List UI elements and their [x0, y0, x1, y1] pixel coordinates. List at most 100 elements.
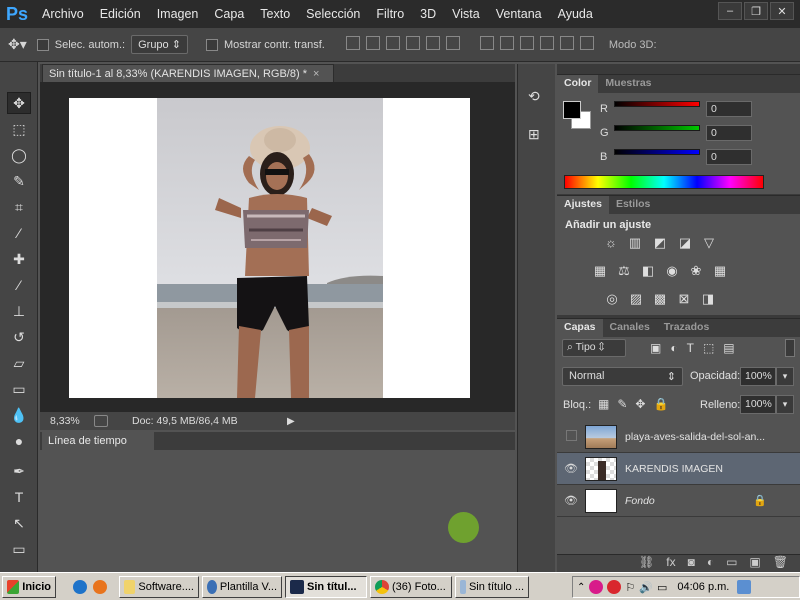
eyedropper-tool-icon[interactable]: ⁄ [7, 222, 31, 244]
gradient-tool-icon[interactable]: ▭ [7, 378, 31, 400]
taskbar-button[interactable]: Software.... [119, 575, 199, 598]
color-spectrum-bar[interactable] [564, 175, 764, 189]
volume-icon[interactable]: 🔊 [639, 581, 653, 594]
tray-app-icon[interactable] [589, 580, 604, 594]
close-tab-icon[interactable]: × [313, 68, 319, 80]
menu-texto[interactable]: Texto [252, 7, 298, 21]
lasso-tool-icon[interactable]: ◯ [7, 144, 31, 166]
new-adjustment-icon[interactable]: ◐ [707, 555, 714, 572]
exposure-icon[interactable]: ◪ [677, 236, 693, 250]
threshold-icon[interactable]: ▩ [652, 292, 668, 306]
layer-row[interactable]: 👁 Fondo 🔒 [557, 485, 800, 517]
status-arrow-icon[interactable]: ▶ [287, 416, 295, 427]
vibrance-icon[interactable]: ▽ [701, 236, 717, 250]
taskbar-button-active[interactable]: Sin títul... [285, 575, 367, 598]
ie-icon[interactable] [73, 579, 87, 594]
fill-value[interactable]: 100% [740, 395, 776, 414]
delete-layer-icon[interactable]: 🗑 [773, 555, 788, 572]
color-balance-icon[interactable]: ⚖ [616, 264, 632, 278]
tab-adjustments[interactable]: Ajustes [557, 196, 609, 214]
tab-color[interactable]: Color [557, 75, 599, 93]
distribute-vcenter-icon[interactable] [499, 36, 514, 50]
tab-styles[interactable]: Estilos [609, 196, 657, 214]
layer-filter-dropdown[interactable]: ⌕ Tipo ⇕ [562, 339, 626, 357]
eye-icon[interactable]: 👁 [557, 494, 585, 507]
zoom-level[interactable]: 8,33% [50, 415, 94, 427]
pen-tool-icon[interactable]: ✒ [7, 460, 31, 482]
brush-tool-icon[interactable]: ⁄ [7, 274, 31, 296]
align-top-icon[interactable] [345, 36, 360, 50]
lock-pixels-icon[interactable]: ✎ [617, 397, 635, 411]
posterize-icon[interactable]: ▨ [628, 292, 644, 306]
properties-panel-icon[interactable]: ⊞ [528, 126, 546, 144]
menu-vista[interactable]: Vista [444, 7, 488, 21]
network-icon[interactable]: ▭ [657, 581, 667, 594]
gradient-map-icon[interactable]: ◨ [700, 292, 716, 306]
menu-capa[interactable]: Capa [206, 7, 252, 21]
black-white-icon[interactable]: ◧ [640, 264, 656, 278]
taskbar-button[interactable]: (36) Foto... [370, 575, 452, 598]
invert-icon[interactable]: ◎ [604, 292, 620, 306]
show-transform-checkbox[interactable] [205, 38, 218, 51]
distribute-bottom-icon[interactable] [519, 36, 534, 50]
taskbar-button[interactable]: Plantilla V... [202, 575, 282, 598]
dodge-tool-icon[interactable]: ● [7, 430, 31, 452]
add-mask-icon[interactable]: ◙ [688, 555, 695, 572]
channel-g-value[interactable]: 0 [706, 125, 752, 141]
hue-saturation-icon[interactable]: ▦ [592, 264, 608, 278]
tab-paths[interactable]: Trazados [657, 319, 717, 337]
tab-swatches[interactable]: Muestras [598, 75, 658, 93]
history-brush-tool-icon[interactable]: ↺ [7, 326, 31, 348]
menu-filtro[interactable]: Filtro [368, 7, 412, 21]
opacity-value[interactable]: 100% [740, 367, 776, 386]
menu-edicion[interactable]: Edición [92, 7, 149, 21]
curves-icon[interactable]: ◩ [652, 236, 668, 250]
link-layers-icon[interactable]: ⛓ [639, 555, 654, 572]
align-bottom-icon[interactable] [385, 36, 400, 50]
layer-style-icon[interactable]: fx [666, 555, 675, 572]
selective-color-icon[interactable]: ⊠ [676, 292, 692, 306]
distribute-left-icon[interactable] [539, 36, 554, 50]
lock-position-icon[interactable]: ✥ [635, 397, 653, 411]
menu-3d[interactable]: 3D [412, 7, 444, 21]
taskbar-button[interactable]: Sin título ... [455, 575, 529, 598]
distribute-hcenter-icon[interactable] [559, 36, 574, 50]
distribute-top-icon[interactable] [479, 36, 494, 50]
layer-row[interactable]: playa-aves-salida-del-sol-an... [557, 421, 800, 453]
align-left-icon[interactable] [405, 36, 420, 50]
blur-tool-icon[interactable]: 💧 [7, 404, 31, 426]
filter-adjustment-icon[interactable]: ◐ [670, 341, 686, 355]
menu-ayuda[interactable]: Ayuda [550, 7, 601, 21]
menu-seleccion[interactable]: Selección [298, 7, 368, 21]
tray-network-icon[interactable] [737, 580, 752, 594]
distribute-right-icon[interactable] [579, 36, 594, 50]
tab-channels[interactable]: Canales [603, 319, 657, 337]
channel-b-value[interactable]: 0 [706, 149, 752, 165]
close-button[interactable]: ✕ [770, 2, 794, 20]
rectangle-tool-icon[interactable]: ▭ [7, 538, 31, 560]
channel-g-slider[interactable] [614, 125, 700, 131]
type-tool-icon[interactable]: T [7, 486, 31, 508]
channel-r-value[interactable]: 0 [706, 101, 752, 117]
status-menu-icon[interactable] [94, 415, 108, 427]
layer-visibility-toggle[interactable] [557, 429, 585, 444]
filter-type-icon[interactable]: T [687, 341, 703, 355]
align-right-icon[interactable] [445, 36, 460, 50]
eye-icon[interactable]: 👁 [557, 462, 585, 475]
foreground-color-swatch-top[interactable] [563, 101, 581, 119]
new-layer-icon[interactable]: ▣ [749, 555, 760, 572]
filter-smart-icon[interactable]: ▤ [723, 341, 743, 355]
menu-archivo[interactable]: Archivo [34, 7, 92, 21]
history-panel-icon[interactable]: ⟲ [528, 88, 546, 106]
lock-all-icon[interactable]: 🔒 [653, 397, 676, 411]
opacity-dropdown-arrow-icon[interactable]: ▾ [776, 367, 794, 386]
path-select-tool-icon[interactable]: ↖ [7, 512, 31, 534]
auto-select-target-dropdown[interactable]: Grupo ⇕ [131, 35, 188, 54]
channel-r-slider[interactable] [614, 101, 700, 107]
levels-icon[interactable]: ▥ [627, 236, 643, 250]
layer-row-selected[interactable]: 👁 KARENDIS IMAGEN [557, 453, 800, 485]
menu-ventana[interactable]: Ventana [488, 7, 550, 21]
photo-filter-icon[interactable]: ◉ [664, 264, 680, 278]
new-group-icon[interactable]: ▭ [726, 555, 737, 572]
color-lookup-icon[interactable]: ▦ [712, 264, 728, 278]
